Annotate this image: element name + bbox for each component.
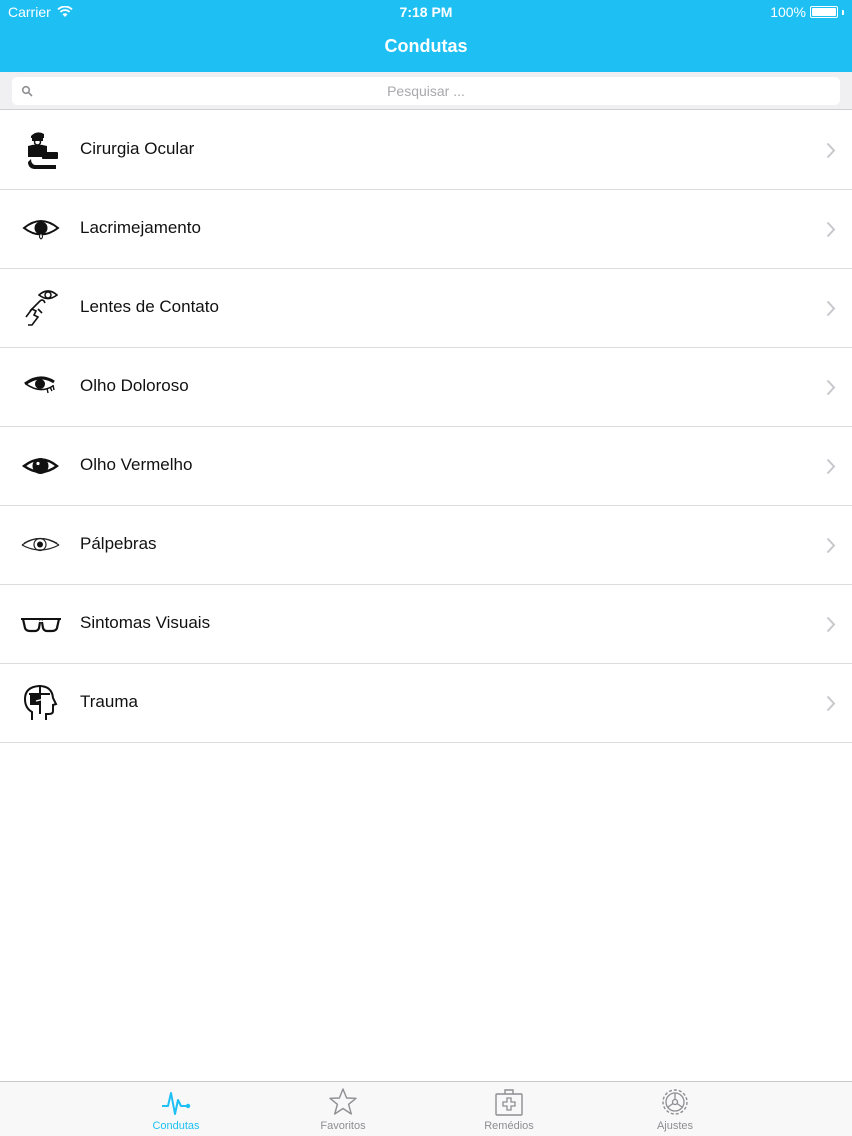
conducts-list: Cirurgia Ocular Lacrimejamento Lentes de… bbox=[0, 111, 852, 743]
list-item-lentes-de-contato[interactable]: Lentes de Contato bbox=[0, 269, 852, 348]
tab-favoritos[interactable]: Favoritos bbox=[283, 1082, 403, 1136]
list-item-olho-vermelho[interactable]: Olho Vermelho bbox=[0, 427, 852, 506]
search-input[interactable]: Pesquisar ... bbox=[12, 77, 840, 105]
list-item-olho-doloroso[interactable]: Olho Doloroso bbox=[0, 348, 852, 427]
list-item-sintomas-visuais[interactable]: Sintomas Visuais bbox=[0, 585, 852, 664]
pulse-icon bbox=[162, 1092, 191, 1115]
list-item-cirurgia-ocular[interactable]: Cirurgia Ocular bbox=[0, 111, 852, 190]
star-icon bbox=[329, 1088, 357, 1115]
chevron-right-icon bbox=[826, 300, 836, 317]
head-trauma-icon bbox=[23, 684, 58, 720]
chevron-right-icon bbox=[826, 537, 836, 554]
tab-label: Remédios bbox=[484, 1120, 534, 1132]
list-item-label: Sintomas Visuais bbox=[80, 613, 211, 632]
list-item-label: Lentes de Contato bbox=[80, 297, 219, 316]
chevron-right-icon bbox=[826, 695, 836, 712]
glasses-icon bbox=[21, 618, 61, 633]
first-aid-kit-icon bbox=[495, 1089, 523, 1116]
surgeon-icon bbox=[28, 132, 58, 169]
chevron-right-icon bbox=[826, 221, 836, 238]
tab-remedios[interactable]: Remédios bbox=[449, 1082, 569, 1136]
status-right: 100% bbox=[770, 4, 844, 20]
list-item-trauma[interactable]: Trauma bbox=[0, 664, 852, 743]
status-time: 7:18 PM bbox=[399, 4, 453, 20]
list-item-lacrimejamento[interactable]: Lacrimejamento bbox=[0, 190, 852, 269]
painful-eye-icon bbox=[24, 376, 55, 394]
list-item-label: Lacrimejamento bbox=[80, 218, 201, 237]
red-eye-icon bbox=[21, 458, 59, 474]
search-placeholder: Pesquisar ... bbox=[387, 83, 465, 99]
chevron-right-icon bbox=[826, 379, 836, 396]
chevron-right-icon bbox=[826, 458, 836, 475]
tab-label: Condutas bbox=[152, 1120, 200, 1132]
tab-ajustes[interactable]: Ajustes bbox=[615, 1082, 735, 1136]
gear-icon bbox=[662, 1089, 688, 1115]
eyelid-icon bbox=[21, 537, 60, 552]
list-item-label: Cirurgia Ocular bbox=[80, 139, 195, 158]
chevron-right-icon bbox=[826, 142, 836, 159]
list-item-label: Olho Vermelho bbox=[80, 455, 193, 474]
tearing-eye-icon bbox=[22, 220, 60, 240]
tab-condutas[interactable]: Condutas bbox=[116, 1082, 236, 1136]
page-title: Condutas bbox=[384, 36, 468, 56]
status-bar: Carrier 7:18 PM 100% bbox=[0, 0, 852, 24]
battery-percent: 100% bbox=[770, 4, 806, 20]
tab-label: Favoritos bbox=[320, 1120, 366, 1132]
list-item-label: Pálpebras bbox=[80, 534, 157, 553]
list-item-label: Trauma bbox=[80, 692, 138, 711]
chevron-right-icon bbox=[826, 616, 836, 633]
tab-label: Ajustes bbox=[656, 1120, 694, 1132]
battery-cap bbox=[842, 9, 844, 15]
tab-bar: Condutas Favoritos Remédios Ajustes bbox=[0, 1081, 852, 1136]
list-item-label: Olho Doloroso bbox=[80, 376, 189, 395]
contact-lens-icon bbox=[25, 290, 59, 326]
search-bar: Pesquisar ... bbox=[0, 72, 852, 110]
navigation-header: Carrier 7:18 PM 100% Condutas bbox=[0, 0, 852, 72]
list-item-palpebras[interactable]: Pálpebras bbox=[0, 506, 852, 585]
battery-icon bbox=[810, 6, 838, 18]
